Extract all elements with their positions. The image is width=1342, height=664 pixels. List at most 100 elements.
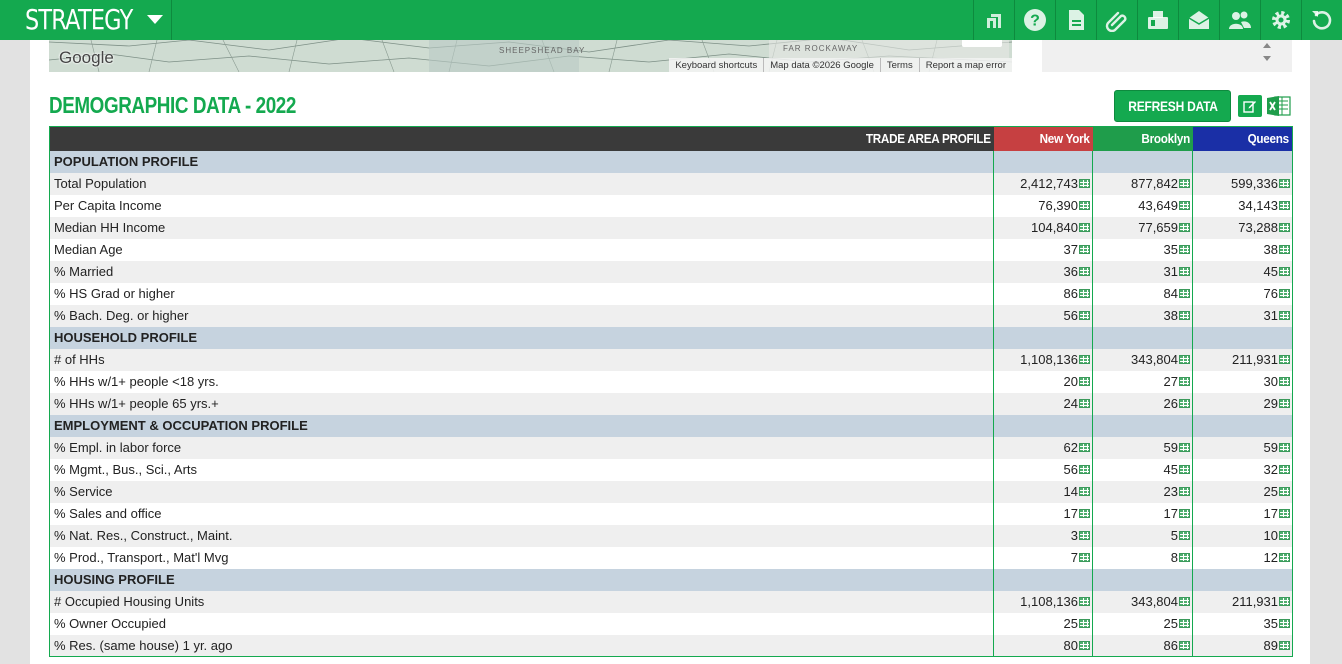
table-grid-icon[interactable] (1079, 179, 1090, 189)
section-title: DEMOGRAPHIC DATA - 2022 (49, 92, 296, 118)
settings-icon[interactable] (1260, 0, 1301, 40)
edit-icon[interactable] (1238, 95, 1262, 117)
table-body: POPULATION PROFILE Total Population 2,412,… (49, 150, 1293, 657)
table-grid-icon[interactable] (1079, 553, 1090, 563)
cell-value: 34,143 (1238, 198, 1278, 213)
section-header-cell (993, 326, 1093, 349)
terms-link[interactable]: Terms (879, 58, 919, 72)
cell-value: 1,108,136 (1020, 594, 1078, 609)
table-grid-icon[interactable] (1279, 509, 1290, 519)
table-grid-icon[interactable] (1279, 355, 1290, 365)
value-cell: 86 (993, 282, 1093, 305)
table-grid-icon[interactable] (1279, 377, 1290, 387)
users-icon[interactable] (1219, 0, 1260, 40)
table-grid-icon[interactable] (1279, 201, 1290, 211)
table-grid-icon[interactable] (1179, 201, 1190, 211)
table-grid-icon[interactable] (1079, 289, 1090, 299)
value-cell: 599,336 (1192, 172, 1293, 195)
table-grid-icon[interactable] (1179, 465, 1190, 475)
table-grid-icon[interactable] (1079, 597, 1090, 607)
table-grid-icon[interactable] (1279, 179, 1290, 189)
cell-value: 1,108,136 (1020, 352, 1078, 367)
table-grid-icon[interactable] (1279, 487, 1290, 497)
table-grid-icon[interactable] (1079, 619, 1090, 629)
report-map-error-link[interactable]: Report a map error (918, 58, 1012, 72)
table-grid-icon[interactable] (1179, 640, 1190, 650)
cell-value: 17 (1163, 506, 1178, 521)
table-grid-icon[interactable] (1079, 443, 1090, 453)
cell-value: 17 (1263, 506, 1278, 521)
table-grid-icon[interactable] (1079, 465, 1090, 475)
table-grid-icon[interactable] (1179, 377, 1190, 387)
fax-icon[interactable] (1137, 0, 1178, 40)
table-grid-icon[interactable] (1179, 531, 1190, 541)
keyboard-shortcuts-link[interactable]: Keyboard shortcuts (669, 58, 763, 72)
row-label: % Nat. Res., Construct., Maint. (49, 524, 994, 547)
attachment-icon[interactable] (1096, 0, 1137, 40)
table-grid-icon[interactable] (1279, 597, 1290, 607)
report-icon[interactable] (1055, 0, 1096, 40)
table-grid-icon[interactable] (1179, 597, 1190, 607)
table-grid-icon[interactable] (1279, 443, 1290, 453)
excel-export-icon[interactable] (1266, 94, 1292, 118)
column-header-new-york[interactable]: New York (993, 126, 1093, 151)
table-grid-icon[interactable] (1079, 245, 1090, 255)
column-header-queens[interactable]: Queens (1192, 126, 1293, 151)
refresh-data-button[interactable]: REFRESH DATA (1114, 90, 1231, 122)
email-icon[interactable] (1178, 0, 1219, 40)
table-grid-icon[interactable] (1179, 223, 1190, 233)
table-grid-icon[interactable] (1179, 399, 1190, 409)
app-menu-dropdown[interactable]: STRATEGY (0, 0, 172, 40)
caret-down-icon (147, 15, 163, 24)
value-cell: 17 (1092, 502, 1193, 525)
help-icon[interactable]: ? (1014, 0, 1055, 40)
table-grid-icon[interactable] (1079, 399, 1090, 409)
table-grid-icon[interactable] (1079, 267, 1090, 277)
table-grid-icon[interactable] (1279, 553, 1290, 563)
table-grid-icon[interactable] (1279, 465, 1290, 475)
value-cell: 5 (1092, 524, 1193, 547)
table-grid-icon[interactable] (1279, 311, 1290, 321)
table-grid-icon[interactable] (1079, 223, 1090, 233)
table-grid-icon[interactable] (1079, 355, 1090, 365)
table-grid-icon[interactable] (1079, 311, 1090, 321)
table-grid-icon[interactable] (1279, 245, 1290, 255)
table-grid-icon[interactable] (1079, 487, 1090, 497)
table-grid-icon[interactable] (1079, 531, 1090, 541)
value-cell: 20 (993, 370, 1093, 393)
table-grid-icon[interactable] (1179, 487, 1190, 497)
table-grid-icon[interactable] (1179, 355, 1190, 365)
scroll-arrows[interactable] (1262, 40, 1272, 66)
table-grid-icon[interactable] (1179, 267, 1190, 277)
logo-icon[interactable] (973, 0, 1014, 40)
table-grid-icon[interactable] (1179, 619, 1190, 629)
value-cell: 45 (1092, 458, 1193, 481)
table-grid-icon[interactable] (1179, 509, 1190, 519)
table-grid-icon[interactable] (1279, 267, 1290, 277)
table-grid-icon[interactable] (1179, 179, 1190, 189)
table-grid-icon[interactable] (1179, 443, 1190, 453)
value-cell: 1,108,136 (993, 590, 1093, 613)
table-grid-icon[interactable] (1179, 553, 1190, 563)
table-row: Total Population 2,412,743 877,842 599,336 (49, 172, 1293, 195)
table-grid-icon[interactable] (1179, 245, 1190, 255)
cell-value: 56 (1063, 308, 1078, 323)
app-title: STRATEGY (25, 3, 133, 36)
table-grid-icon[interactable] (1079, 640, 1090, 650)
table-grid-icon[interactable] (1279, 640, 1290, 650)
column-header-brooklyn[interactable]: Brooklyn (1092, 126, 1193, 151)
table-grid-icon[interactable] (1279, 289, 1290, 299)
table-grid-icon[interactable] (1279, 531, 1290, 541)
value-cell: 877,842 (1092, 172, 1193, 195)
table-grid-icon[interactable] (1279, 619, 1290, 629)
table-grid-icon[interactable] (1079, 509, 1090, 519)
table-grid-icon[interactable] (1279, 223, 1290, 233)
cell-value: 37 (1063, 242, 1078, 257)
table-grid-icon[interactable] (1079, 201, 1090, 211)
table-grid-icon[interactable] (1279, 399, 1290, 409)
table-grid-icon[interactable] (1079, 377, 1090, 387)
refresh-icon[interactable] (1301, 0, 1342, 40)
table-grid-icon[interactable] (1179, 289, 1190, 299)
value-cell: 23 (1092, 480, 1193, 503)
table-grid-icon[interactable] (1179, 311, 1190, 321)
